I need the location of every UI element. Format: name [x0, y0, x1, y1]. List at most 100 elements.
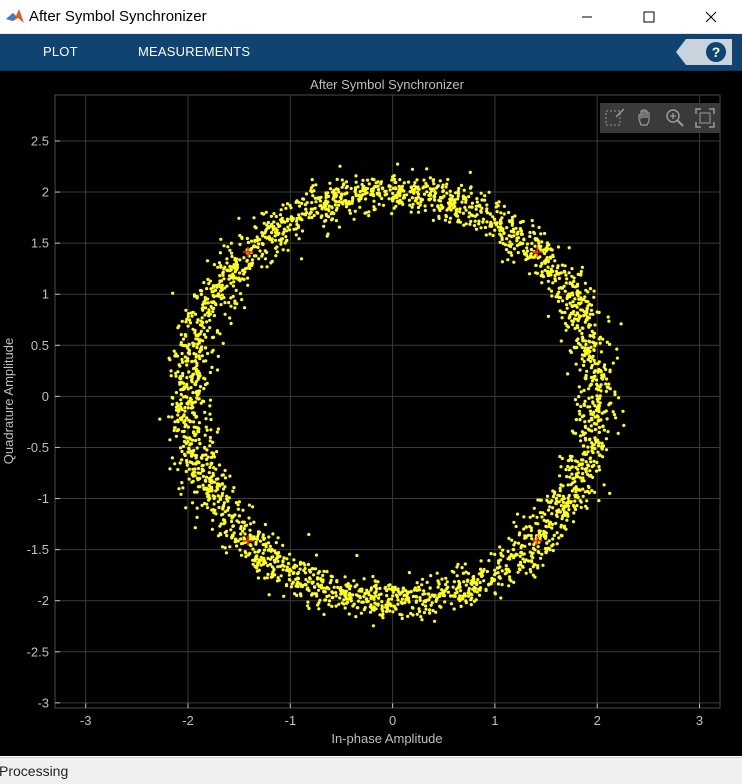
symbol-point: [590, 356, 594, 360]
symbol-point: [417, 187, 421, 191]
symbol-point: [581, 326, 585, 330]
chart-title: After Symbol Synchronizer: [310, 77, 465, 92]
symbol-point: [596, 362, 600, 366]
symbol-point: [301, 561, 306, 565]
symbol-point: [239, 553, 244, 557]
symbol-point: [512, 247, 517, 251]
symbol-point: [393, 587, 397, 591]
symbol-point: [596, 444, 601, 448]
symbol-point: [414, 599, 418, 603]
symbol-point: [496, 571, 500, 575]
data-tips-button[interactable]: [603, 106, 627, 130]
tab-plot[interactable]: PLOT: [43, 34, 78, 70]
symbol-point: [335, 580, 339, 584]
maximize-button[interactable]: [618, 0, 680, 33]
symbol-point: [282, 594, 286, 598]
symbol-point: [601, 424, 605, 429]
symbol-point: [474, 204, 478, 208]
symbol-point: [347, 612, 351, 616]
symbol-point: [174, 391, 178, 395]
symbol-point: [498, 228, 502, 232]
symbol-point: [343, 575, 347, 579]
symbol-point: [261, 252, 265, 256]
symbol-point: [481, 220, 485, 224]
symbol-point: [217, 482, 221, 486]
symbol-point: [592, 289, 596, 293]
symbol-point: [211, 518, 215, 522]
symbol-point: [193, 474, 197, 478]
x-tick-label: 2: [594, 713, 601, 728]
symbol-point: [599, 350, 604, 354]
pan-button[interactable]: [633, 106, 657, 130]
symbol-point: [269, 214, 273, 218]
symbol-point: [297, 213, 301, 217]
symbol-point: [260, 265, 264, 269]
tab-measurements[interactable]: MEASUREMENTS: [138, 34, 250, 70]
symbol-point: [551, 489, 555, 493]
symbol-point: [211, 508, 215, 512]
close-button[interactable]: [680, 0, 742, 33]
x-axis-label: In-phase Amplitude: [331, 731, 442, 746]
symbol-point: [284, 235, 288, 239]
symbol-point: [334, 604, 338, 608]
symbol-point: [248, 543, 252, 547]
help-button[interactable]: ?: [706, 42, 726, 62]
symbol-point: [364, 197, 368, 201]
symbol-point: [606, 430, 610, 434]
scatter-plot[interactable]: -3 -2 -1 0 1 2 3-3-2.5-2-1.5-1-0.500.511.522.5…: [0, 71, 742, 756]
symbol-point: [248, 528, 252, 532]
symbol-point: [328, 181, 332, 185]
symbol-point: [467, 594, 471, 598]
symbol-point: [204, 335, 208, 339]
symbol-point: [394, 607, 398, 611]
symbol-point: [345, 191, 349, 195]
symbol-point: [582, 402, 586, 406]
symbol-point: [409, 611, 413, 616]
symbol-point: [426, 592, 430, 596]
symbol-point: [400, 616, 404, 621]
symbol-point: [567, 493, 571, 498]
symbol-point: [273, 230, 278, 234]
symbol-point: [202, 281, 206, 285]
zoom-in-button[interactable]: [663, 106, 687, 130]
symbol-point: [176, 413, 180, 417]
symbol-point: [318, 199, 322, 203]
symbol-point: [201, 339, 205, 343]
symbol-point: [358, 205, 362, 209]
symbol-point: [433, 190, 437, 194]
restore-view-button[interactable]: [693, 106, 717, 130]
symbol-point: [197, 437, 201, 442]
symbol-point: [239, 542, 244, 546]
symbol-point: [538, 536, 542, 540]
symbol-point: [504, 564, 508, 568]
symbol-point: [322, 569, 326, 573]
symbol-point: [567, 271, 571, 275]
symbol-point: [464, 583, 468, 587]
symbol-point: [341, 202, 345, 206]
symbol-point: [604, 367, 608, 372]
symbol-point: [236, 507, 240, 511]
symbol-point: [588, 312, 592, 316]
symbol-point: [607, 386, 611, 390]
symbol-point: [560, 310, 564, 315]
symbol-point: [500, 260, 504, 264]
symbol-point: [229, 528, 233, 532]
symbol-point: [201, 474, 205, 478]
symbol-point: [600, 376, 604, 380]
symbol-point: [209, 287, 213, 291]
symbol-point: [553, 279, 558, 283]
symbol-point: [158, 417, 162, 421]
symbol-point: [589, 345, 593, 349]
symbol-point: [180, 357, 184, 362]
minimize-button[interactable]: [556, 0, 618, 33]
axes-box: [54, 94, 721, 709]
symbol-point: [205, 329, 210, 333]
symbol-point: [491, 215, 495, 219]
symbol-point: [205, 491, 209, 496]
symbol-point: [230, 251, 234, 255]
symbol-point: [326, 232, 330, 236]
symbol-point: [452, 570, 456, 574]
symbol-point: [187, 370, 191, 374]
symbol-point: [576, 488, 580, 492]
symbol-point: [385, 192, 389, 196]
